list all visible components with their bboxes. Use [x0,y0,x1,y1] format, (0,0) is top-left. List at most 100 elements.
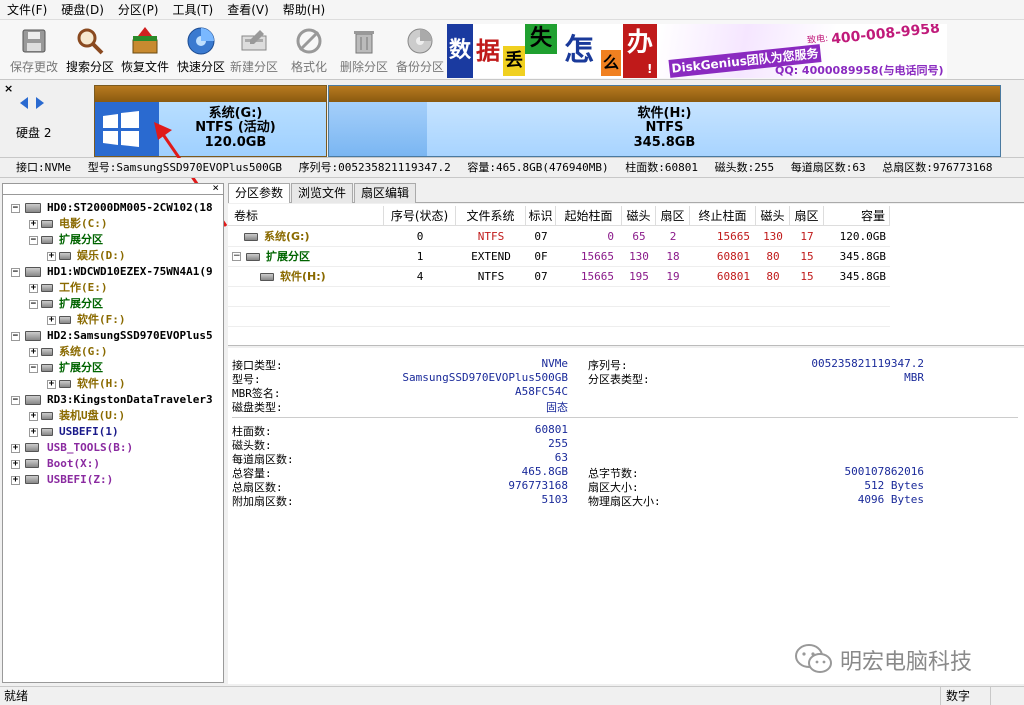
detail-ptable-key: 分区表类型: [588,373,650,386]
banner-char-6: 么 [601,50,621,76]
menu-view[interactable]: 查看(V) [220,0,276,19]
banner-char-3: 丢 [503,46,525,76]
partition-system-name: 系统(G:) [208,106,263,121]
detail-tabs: 分区参数 浏览文件 扇区编辑 [228,183,1024,203]
disk-info-capacity: 容量:465.8GB(476940MB) [467,161,609,174]
quick-partition-button[interactable]: 快速分区 [173,24,229,78]
partition-table: 卷标 序号(状态) 文件系统 标识 起始柱面 磁头 扇区 终止柱面 磁头 扇区 … [228,204,1024,346]
tab-partition-params[interactable]: 分区参数 [228,183,291,203]
partition-software-name: 软件(H:) [637,106,692,121]
detail-capacity-value: 465.8GB [521,465,568,478]
format-label: 格式化 [290,60,327,74]
disk-map: × 硬盘 2 系统(G:) NTFS (活动) 120.0GB 软件(H:) N… [0,80,1024,227]
search-partition-button[interactable]: 搜索分区 [62,24,118,78]
backup-partition-label: 备份分区 [395,60,444,74]
col-label: 卷标 [228,206,384,226]
menu-disk[interactable]: 硬盘(D) [54,0,111,19]
detail-totalbytes-value: 500107862016 [844,465,924,478]
menu-file[interactable]: 文件(F) [0,0,54,19]
menu-bar: 文件(F) 硬盘(D) 分区(P) 工具(T) 查看(V) 帮助(H) [0,0,1024,20]
box-up-arrow-icon [132,27,158,54]
table-row[interactable]: 软件(H:) 4 NTFS 07 15665 195 19 60801 80 1… [228,267,890,287]
restore-files-label: 恢复文件 [120,60,169,74]
new-partition-button[interactable]: 新建分区 [226,24,282,78]
windows-logo-icon [103,111,139,147]
col-start-head: 磁头 [622,206,656,226]
detail-ptable-value: MBR [904,371,924,384]
banner-qq: QQ: 4000089958(与电话同号) [775,64,944,77]
status-bar: 就绪 数字 [0,686,1024,705]
col-capacity: 容量 [824,206,890,226]
new-partition-icon [241,30,267,51]
col-end-cyl: 终止柱面 [690,206,756,226]
col-end-sector: 扇区 [790,206,824,226]
save-icon [22,29,46,53]
magnifier-icon [77,28,104,55]
disk-info-bar: 接口:NVMe 型号:SamsungSSD970EVOPlus500GB 序列号… [0,158,1024,178]
tree-close-icon[interactable]: × [212,181,219,194]
menu-help[interactable]: 帮助(H) [276,0,332,19]
delete-partition-label: 删除分区 [339,60,388,74]
detail-disktype-key: 磁盘类型: [232,401,283,414]
quick-partition-icon [187,27,215,55]
disk-info-total-sectors: 总扇区数:976773168 [882,161,993,174]
delete-partition-button[interactable]: 删除分区 [336,24,392,78]
next-disk-arrow-icon[interactable] [36,97,44,109]
backup-icon [407,28,433,54]
banner-char-5: 怎 [559,28,599,74]
tab-sector-edit[interactable]: 扇区编辑 [354,183,417,203]
detail-totalsectors-value: 976773168 [508,479,568,492]
disk-label: 硬盘 2 [16,126,52,140]
backup-partition-button[interactable]: 备份分区 [392,24,448,78]
detail-disktype-value: 固态 [546,401,568,414]
status-numlock: 数字 [946,689,971,703]
quick-partition-label: 快速分区 [176,60,225,74]
disk-info-heads: 磁头数:255 [714,161,775,174]
save-changes-button[interactable]: 保存更改 [6,24,62,78]
partition-software-size: 345.8GB [633,135,696,150]
col-start-cyl: 起始柱面 [556,206,622,226]
save-changes-label: 保存更改 [9,60,58,74]
detail-model-value: SamsungSSD970EVOPlus500GB [402,371,568,384]
disk-info-sectors-per-track: 每道扇区数:63 [790,161,866,174]
detail-sectorsize-value: 512 Bytes [864,479,924,492]
new-partition-label: 新建分区 [229,60,278,74]
detail-physsector-key: 物理扇区大小: [588,495,661,508]
detail-interface-value: NVMe [541,357,569,370]
format-button[interactable]: 格式化 [281,24,337,78]
partition-block-software[interactable]: 软件(H:) NTFS 345.8GB [328,85,1001,157]
tree-view: − HD0:ST2000DM005-2CW102(18 + 电影(C:) − 扩展分区… [11,201,213,486]
wechat-logo-icon [795,644,832,673]
banner-char-2: 据 [473,30,503,72]
status-ready: 就绪 [4,689,29,703]
col-index: 序号(状态) [384,206,456,226]
detail-physsector-value: 4096 Bytes [857,493,924,506]
format-icon [296,28,322,54]
banner-phone-prefix: 致电: [806,33,829,47]
tab-browse-files[interactable]: 浏览文件 [291,183,354,203]
search-partition-label: 搜索分区 [65,60,114,74]
prev-disk-arrow-icon[interactable] [20,97,28,109]
table-row[interactable]: 系统(G:) 0 NTFS 07 0 65 2 15665 130 17 120… [228,227,890,247]
detail-extrasectors-value: 5103 [541,493,569,506]
col-start-sector: 扇区 [656,206,690,226]
detail-mbr-value: A58FC54C [515,385,568,398]
close-icon[interactable]: × [4,82,13,95]
disk-info-model: 型号:SamsungSSD970EVOPlus500GB [87,161,282,174]
detail-extrasectors-key: 附加扇区数: [232,495,294,508]
detail-serial-value: 005235821119347.2 [811,357,924,370]
banner-char-8: ! [647,62,653,76]
table-row[interactable]: − 扩展分区 1 EXTEND 0F 15665 130 18 60801 80… [228,247,890,267]
partition-software-fs: NTFS [645,120,684,135]
detail-heads-value: 255 [548,437,568,450]
disk-details: 接口类型: NVMe 型号: SamsungSSD970EVOPlus500GB… [228,348,1024,684]
trash-icon [354,31,374,54]
detail-spt-value: 63 [554,451,568,464]
restore-files-button[interactable]: 恢复文件 [117,24,173,78]
ad-banner[interactable]: 数 据 丢 失 怎 么 办 ! DiskGenius团队为您服务 致电: 400… [447,24,947,78]
menu-tools[interactable]: 工具(T) [166,0,221,19]
menu-partition[interactable]: 分区(P) [111,0,166,19]
banner-char-1: 数 [447,24,473,78]
col-end-head: 磁头 [756,206,790,226]
disk-info-serial: 序列号:005235821119347.2 [298,161,451,174]
